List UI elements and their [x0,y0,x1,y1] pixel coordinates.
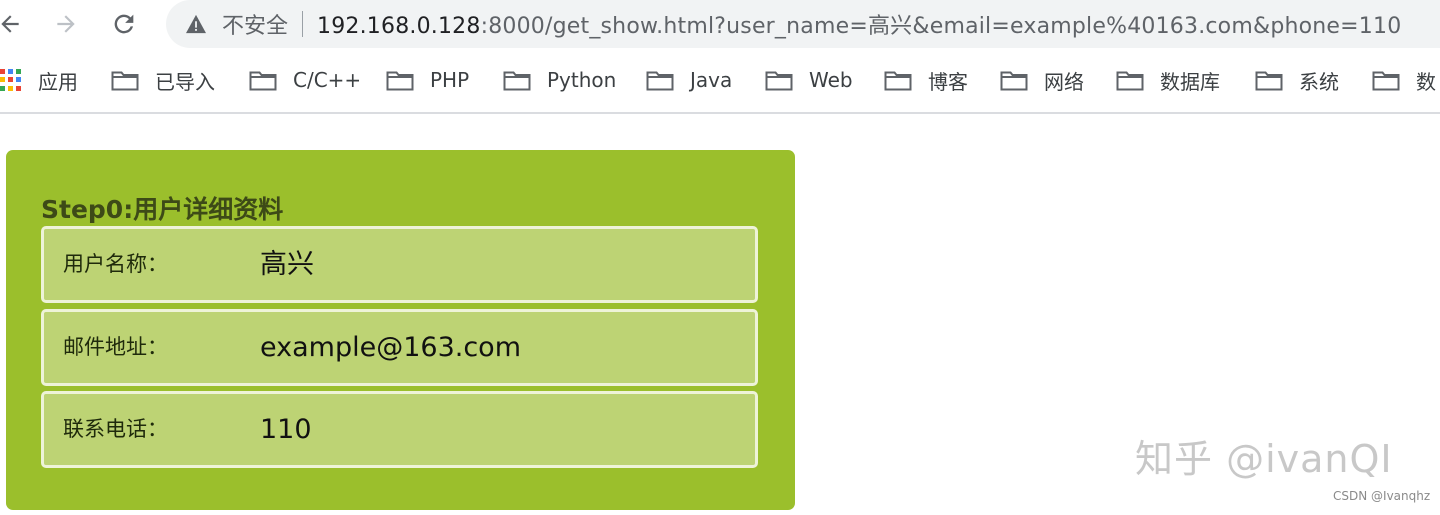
row-phone: 联系电话： 110 [41,391,758,468]
username-value: 高兴 [260,249,314,280]
bookmark-label: Java [690,68,733,92]
bookmark-label: 网络 [1044,69,1084,94]
bookmark-folder-imported[interactable]: 已导入 [111,58,215,102]
folder-icon [111,71,139,91]
bookmark-label: Web [809,68,853,92]
folder-icon [646,71,674,91]
bookmark-folder-php[interactable]: PHP [386,58,469,102]
reload-icon [114,14,134,34]
reload-button[interactable] [106,6,142,42]
url-path: :8000/get_show.html?user_name=高兴&email=e… [480,14,1402,39]
apps-grid-icon [0,69,22,91]
back-button[interactable] [0,6,28,42]
url-separator [302,11,304,37]
bookmark-folder-cpp[interactable]: C/C++ [249,58,361,102]
arrow-left-icon [1,15,19,33]
folder-icon [1372,71,1400,91]
bookmark-folder-blog[interactable]: 博客 [884,58,968,102]
insecure-label[interactable]: 不安全 [222,8,288,40]
username-label: 用户名称： [63,252,168,276]
bookmark-label: 已导入 [155,69,215,94]
bookmark-folder-truncated[interactable]: 数 [1372,58,1436,102]
url-host: 192.168.0.128 [317,14,481,39]
folder-icon [765,71,793,91]
arrow-right-icon [57,15,75,33]
bookmark-folder-database[interactable]: 数据库 [1116,58,1220,102]
bookmark-apps[interactable]: 应用 [0,58,78,102]
folder-icon [503,71,531,91]
toolbar-divider [0,112,1440,114]
forward-button[interactable] [48,6,84,42]
folder-icon [386,71,414,91]
user-detail-card: Step0:用户详细资料 用户名称： 高兴 邮件地址： example@163.… [6,150,795,510]
url-text[interactable]: 192.168.0.128:8000/get_show.html?user_na… [317,8,1401,40]
bookmark-label: 应用 [38,69,78,94]
bookmark-label: C/C++ [293,68,362,92]
bookmark-folder-java[interactable]: Java [646,58,732,102]
row-email: 邮件地址： example@163.com [41,309,758,386]
warning-triangle-icon[interactable] [184,12,208,36]
bookmark-folder-system[interactable]: 系统 [1255,58,1339,102]
card-title: Step0:用户详细资料 [41,195,284,224]
bookmarks-bar: 应用 已导入 C/C++ PHP Python Java Web 博客 网络 数… [0,58,1440,102]
phone-label: 联系电话： [63,417,168,441]
bookmark-label: Python [547,68,617,92]
phone-value: 110 [260,414,312,445]
bookmark-label: 数 [1416,69,1436,94]
row-username: 用户名称： 高兴 [41,226,758,303]
bookmark-label: PHP [430,68,470,92]
folder-icon [1000,71,1028,91]
bookmark-folder-python[interactable]: Python [503,58,616,102]
bookmark-label: 数据库 [1160,69,1220,94]
bookmark-label: 博客 [928,69,968,94]
email-value: example@163.com [260,332,521,363]
folder-icon [1116,71,1144,91]
folder-icon [1255,71,1283,91]
address-bar[interactable]: 不安全 192.168.0.128:8000/get_show.html?use… [166,0,1440,48]
folder-icon [249,71,277,91]
email-label: 邮件地址： [63,335,168,359]
bookmark-folder-network[interactable]: 网络 [1000,58,1084,102]
bookmark-label: 系统 [1299,69,1339,94]
folder-icon [884,71,912,91]
zhihu-watermark: 知乎 @ivanQI [1135,437,1393,481]
csdn-watermark: CSDN @Ivanqhz [1333,489,1431,503]
bookmark-folder-web[interactable]: Web [765,58,853,102]
browser-toolbar: 不安全 192.168.0.128:8000/get_show.html?use… [0,0,1440,50]
